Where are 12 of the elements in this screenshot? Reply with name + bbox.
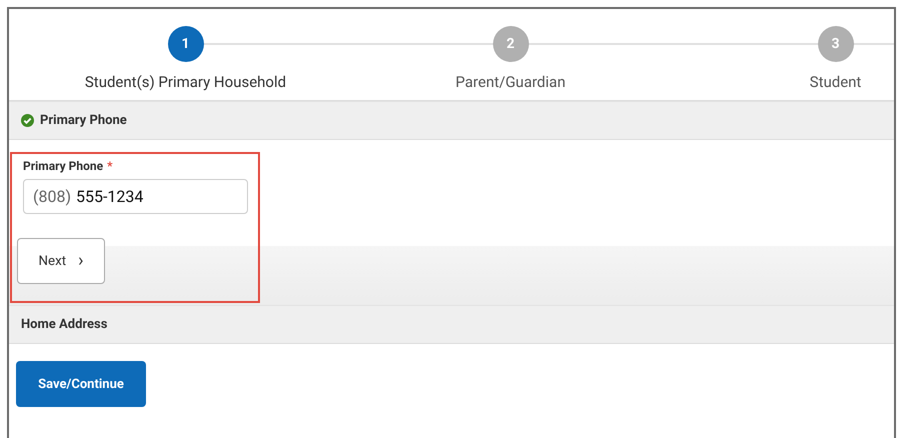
field-label: Primary Phone [23,159,104,173]
section-title: Home Address [21,317,108,332]
chevron-right-icon: › [78,252,84,270]
step-label: Student [810,73,862,91]
step-label: Parent/Guardian [456,73,566,91]
save-continue-button[interactable]: Save/Continue [16,361,146,407]
required-mark: * [107,159,113,173]
next-button[interactable]: Next › [17,238,105,284]
step-number[interactable]: 1 [168,26,204,62]
phone-input-field[interactable]: (808) 555-1234 [23,179,248,214]
step-label: Student(s) Primary Household [84,73,286,91]
section-title: Primary Phone [40,113,127,128]
